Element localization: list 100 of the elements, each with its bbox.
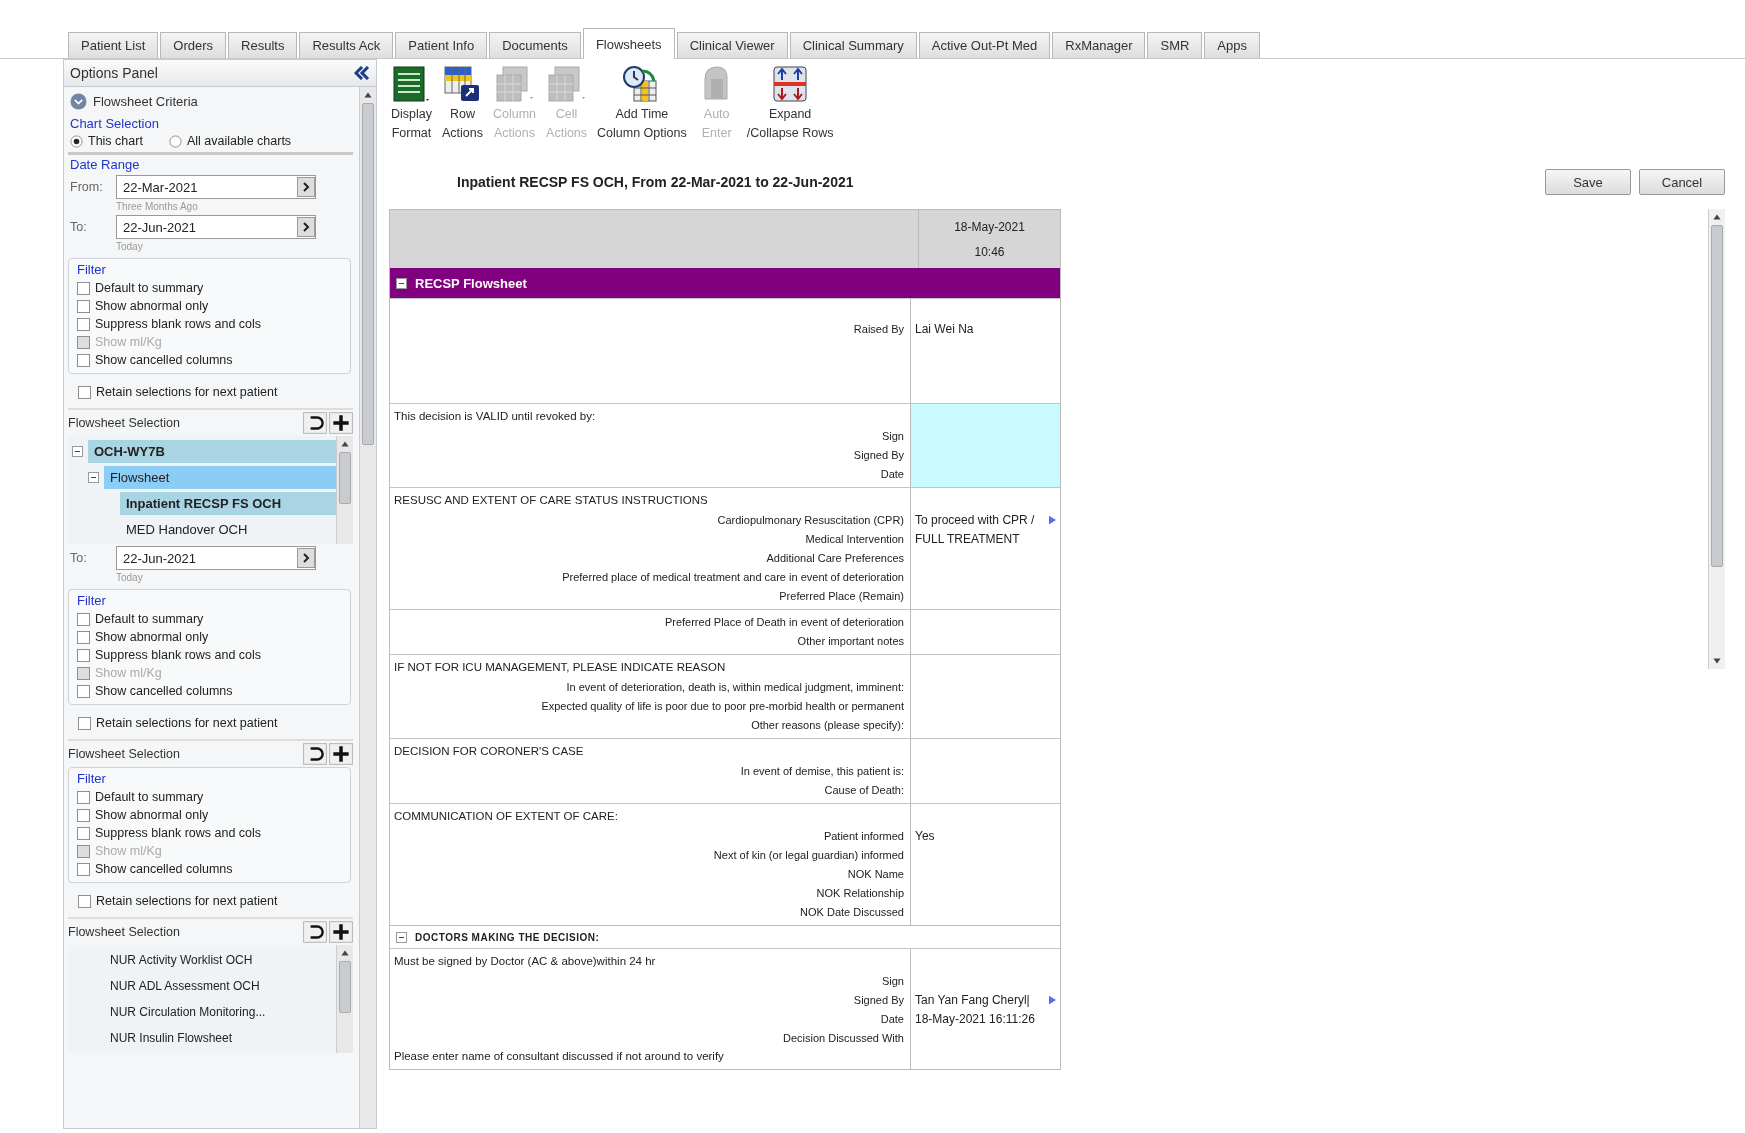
chevron-icon[interactable] <box>297 176 315 198</box>
collapse-circle-icon[interactable] <box>70 93 87 110</box>
checkbox[interactable] <box>77 281 90 295</box>
scroll-thumb[interactable] <box>1711 225 1723 567</box>
checkbox[interactable] <box>77 630 90 644</box>
triangle-icon[interactable] <box>1049 994 1056 1005</box>
checkbox[interactable] <box>78 894 91 908</box>
tree-item[interactable]: OCH-WY7B <box>88 439 336 463</box>
cell-value: Tan Yan Fang Cheryl| <box>915 992 1030 1007</box>
tab[interactable]: Clinical Summary <box>789 32 917 58</box>
checkbox[interactable] <box>77 862 90 876</box>
tab[interactable]: Results Ack <box>299 32 394 58</box>
scroll-thumb[interactable] <box>339 452 351 504</box>
collapse-icon[interactable] <box>88 471 99 483</box>
undo-icon[interactable] <box>303 412 327 434</box>
checkbox[interactable] <box>78 385 91 399</box>
value-cell[interactable]: Lai Wei Na <box>910 299 1060 403</box>
tree-item[interactable]: MED Handover OCH <box>120 517 336 541</box>
checkbox-label: Show abnormal only <box>95 299 209 313</box>
tree-item[interactable]: NUR Circulation Monitoring... <box>88 1001 336 1023</box>
checkbox-label: Show cancelled columns <box>95 353 233 367</box>
date-field[interactable]: 22-Mar-2021 <box>116 175 316 199</box>
radio-button[interactable] <box>70 134 83 148</box>
note-text: Please enter name of consultant discussed if not around to verify <box>394 1049 725 1064</box>
tab[interactable]: Patient List <box>68 32 159 58</box>
tab[interactable]: Clinical Viewer <box>676 32 788 58</box>
tree-item[interactable]: NUR Activity Worklist OCH <box>88 949 336 971</box>
toolbar-button[interactable]: Display Format <box>389 65 434 163</box>
checkbox[interactable] <box>78 716 91 730</box>
group-title: Flowsheet Selection <box>68 925 180 939</box>
tree-item[interactable]: Flowsheet <box>104 465 336 489</box>
row-label: Patient informed <box>823 829 904 842</box>
undo-icon[interactable] <box>303 921 327 943</box>
toolbar-button[interactable]: Row Actions <box>440 65 485 163</box>
tab[interactable]: Flowsheets <box>582 28 675 59</box>
tab[interactable]: Apps <box>1204 32 1260 58</box>
checkbox[interactable] <box>77 317 90 331</box>
date-field[interactable]: 22-Jun-2021 <box>116 215 316 239</box>
row-label: Cause of Death: <box>824 783 904 796</box>
checkbox[interactable] <box>77 353 90 367</box>
checkbox-label: Default to summary <box>95 281 204 295</box>
cell-value: FULL TREATMENT <box>915 531 1020 546</box>
checkbox[interactable] <box>77 648 90 662</box>
radio-button[interactable] <box>168 134 182 148</box>
tab[interactable]: Orders <box>160 32 227 58</box>
triangle-icon[interactable] <box>1049 514 1056 525</box>
scrollbar[interactable] <box>336 945 353 1053</box>
value-cell[interactable]: Tan Yan Fang Cheryl| 18-May-2021 16:11:26 <box>910 949 1060 1069</box>
tree-item[interactable]: NUR Insulin Flowsheet <box>88 1027 336 1049</box>
value-cell[interactable] <box>910 404 1060 487</box>
checkbox[interactable] <box>77 299 90 313</box>
value-cell[interactable]: To proceed with CPR / FULL TREATMENT <box>910 488 1060 609</box>
checkbox[interactable] <box>77 612 90 626</box>
checkbox[interactable] <box>77 684 90 698</box>
scroll-thumb[interactable] <box>362 103 374 445</box>
tree-item[interactable]: NUR ADL Assessment OCH <box>88 975 336 997</box>
tab[interactable]: Results <box>228 32 298 58</box>
toolbar-button[interactable]: Add Time Column Options <box>595 65 689 163</box>
tree-item[interactable]: Inpatient RECSP FS OCH <box>120 491 336 515</box>
section-title: RECSP Flowsheet <box>415 275 527 291</box>
group-title: Flowsheet Selection <box>68 416 180 430</box>
tab[interactable]: RxManager <box>1052 32 1146 58</box>
value-cell[interactable]: Yes <box>910 804 1060 925</box>
row-label: Signed By <box>853 993 904 1006</box>
row-label: Preferred Place (Remain) <box>779 589 904 602</box>
double-chevron-icon[interactable] <box>354 66 370 80</box>
block-heading: This decision is VALID until revoked by: <box>394 409 597 424</box>
dialog-button[interactable]: Save <box>1545 169 1631 195</box>
checkbox[interactable] <box>77 790 90 804</box>
scrollbar[interactable] <box>336 436 353 544</box>
panel-title: Options Panel <box>70 65 158 81</box>
tab[interactable]: SMR <box>1147 32 1203 58</box>
chevron-icon[interactable] <box>297 547 315 569</box>
row-label: Cardiopulmonary Resuscitation (CPR) <box>717 513 904 526</box>
tab[interactable]: Documents <box>489 32 581 58</box>
plus-icon[interactable] <box>329 921 353 943</box>
plus-icon[interactable] <box>329 743 353 765</box>
checkbox[interactable] <box>77 808 90 822</box>
date-field[interactable]: 22-Jun-2021 <box>116 546 316 570</box>
section-title: Flowsheet Criteria <box>93 94 198 109</box>
scrollbar[interactable] <box>359 87 376 1128</box>
group-title: Filter <box>77 593 107 608</box>
checkbox[interactable] <box>77 826 90 840</box>
plus-icon[interactable] <box>329 412 353 434</box>
collapse-icon[interactable] <box>72 445 83 457</box>
toolbar-button[interactable]: Expand /Collapse Rows <box>744 65 836 163</box>
tab[interactable]: Active Out-Pt Med <box>918 32 1051 58</box>
scroll-thumb[interactable] <box>339 961 351 1013</box>
radio-label: This chart <box>88 134 143 148</box>
collapse-icon[interactable] <box>396 277 407 289</box>
row-label: NOK Date Discussed <box>800 905 904 918</box>
field-hint: Today <box>116 572 144 583</box>
dialog-button[interactable]: Cancel <box>1639 169 1725 195</box>
tab[interactable]: Patient Info <box>395 32 488 58</box>
undo-icon[interactable] <box>303 743 327 765</box>
scrollbar[interactable] <box>1708 209 1725 669</box>
chevron-icon[interactable] <box>297 216 315 238</box>
collapse-icon[interactable] <box>396 931 407 943</box>
block-heading: DECISION FOR CORONER'S CASE <box>394 744 585 759</box>
checkbox-label: Show abnormal only <box>95 630 209 644</box>
